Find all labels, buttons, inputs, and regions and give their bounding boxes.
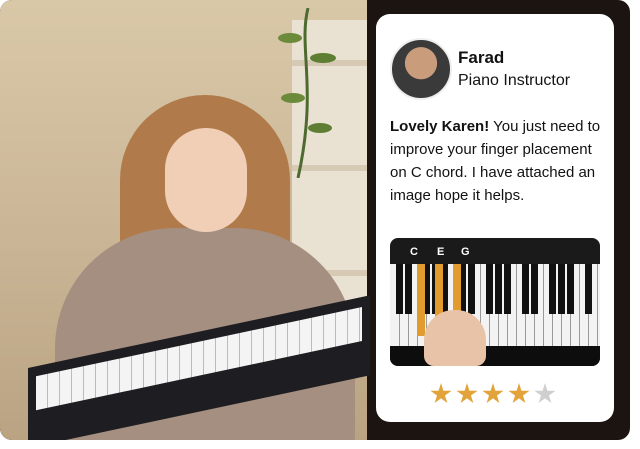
woman-playing-keyboard-photo xyxy=(0,0,370,440)
chord-label-c: C xyxy=(410,246,418,258)
feedback-card: Farad Piano Instructor Lovely Karen! You… xyxy=(376,14,614,422)
black-key xyxy=(585,264,592,314)
piano-keys xyxy=(390,264,600,346)
rating-stars xyxy=(430,383,560,407)
black-key xyxy=(486,264,493,314)
star-icon xyxy=(456,383,478,404)
black-key xyxy=(549,264,556,314)
black-key xyxy=(504,264,511,314)
black-key xyxy=(405,264,412,314)
black-key xyxy=(567,264,574,314)
instructor-avatar xyxy=(390,38,452,100)
black-key xyxy=(522,264,529,314)
black-key xyxy=(468,264,475,314)
promo-frame: Farad Piano Instructor Lovely Karen! You… xyxy=(0,0,630,440)
highlighted-key xyxy=(417,264,425,336)
chord-image: C E G xyxy=(390,238,600,366)
star-icon xyxy=(482,383,504,404)
black-key xyxy=(396,264,403,314)
black-key xyxy=(558,264,565,314)
star-icon xyxy=(534,383,556,404)
hand-icon xyxy=(424,310,486,366)
instructor-role: Piano Instructor xyxy=(458,72,571,89)
star-icon xyxy=(430,383,452,404)
person-face xyxy=(165,128,247,232)
feedback-message: Lovely Karen! You just need to improve y… xyxy=(390,115,604,207)
black-key xyxy=(531,264,538,314)
instructor-name: Farad xyxy=(458,48,505,67)
star-icon xyxy=(508,383,530,404)
chord-label-e: E xyxy=(437,246,445,258)
chord-label-g: G xyxy=(461,246,470,258)
black-key xyxy=(495,264,502,314)
message-greeting: Lovely Karen! xyxy=(390,118,490,135)
